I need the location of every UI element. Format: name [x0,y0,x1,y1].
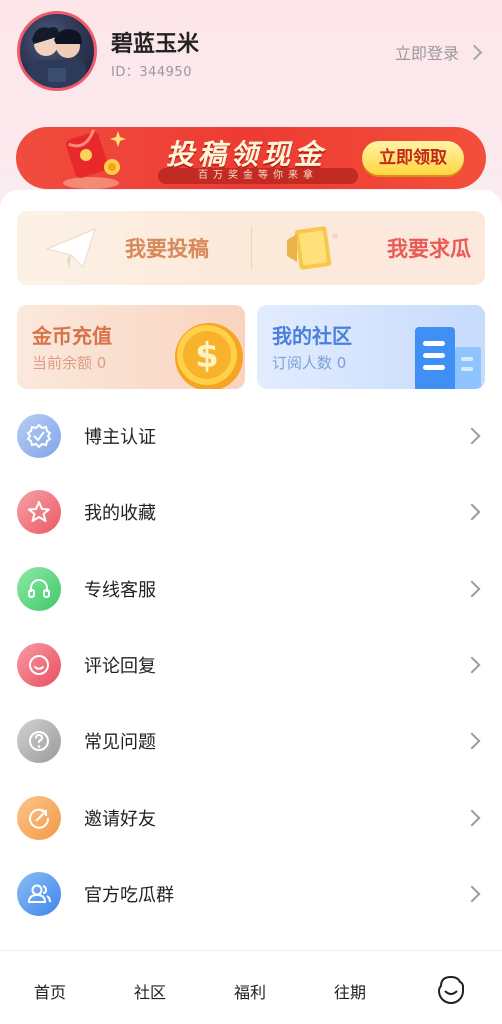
request-gossip-button[interactable]: 我要求瓜 [287,211,471,285]
profile-face-icon[interactable] [436,974,466,1004]
claim-now-button[interactable]: 立即领取 [362,141,464,175]
svg-text:$: $ [195,336,219,376]
headset-icon [17,566,61,611]
chevron-right-icon [463,656,481,674]
coin-balance: 当前余额 0 [32,354,107,372]
my-community-card[interactable]: 我的社区 订阅人数 0 [257,305,485,389]
menu-item-customer-service[interactable]: 专线客服 [0,551,502,627]
menu-label: 评论回复 [84,656,156,678]
menu-item-official-group[interactable]: 官方吃瓜群 [0,856,502,932]
profile-header: 碧蓝玉米 ID：344950 立即登录 [0,0,502,110]
bottom-nav: 首页 社区 福利 往期 [0,950,502,1024]
red-envelope-icon [63,129,126,189]
subscriber-count: 订阅人数 0 [272,354,347,372]
menu-item-invite-friends[interactable]: 邀请好友 [0,779,502,855]
menu-label: 官方吃瓜群 [84,884,174,906]
envelope-icon [287,226,338,270]
invite-icon [17,795,61,840]
chevron-right-icon [463,503,481,521]
menu-item-faq[interactable]: 常见问题 [0,703,502,779]
divider [251,227,252,269]
menu-item-favorites[interactable]: 我的收藏 [0,474,502,550]
login-label: 立即登录 [394,44,459,63]
coin-recharge-card[interactable]: 金币充值 当前余额 0 $ [17,305,245,389]
menu-item-blogger-verification[interactable]: 博主认证 [0,398,502,474]
avatar[interactable] [17,11,97,91]
banner-title: 投稿领现金 [166,138,327,171]
star-icon [17,490,61,535]
username: 碧蓝玉米 [111,32,200,57]
paper-plane-icon [45,228,96,269]
chevron-right-icon [463,732,481,750]
smile-comment-icon [17,643,61,688]
nav-archive[interactable]: 往期 [320,979,380,1003]
chevron-right-icon [466,44,483,60]
nav-welfare[interactable]: 福利 [220,979,280,1003]
chevron-right-icon [463,427,481,445]
nav-community[interactable]: 社区 [120,979,180,1003]
dollar-coin-icon: $ [175,323,243,389]
menu-label: 专线客服 [84,579,156,601]
menu-label: 我的收藏 [84,503,156,525]
menu-list: 博主认证 我的收藏 专线客服 评论回复 常见问题 邀请好友 官方吃瓜群 [0,398,502,932]
user-id: ID：344950 [111,65,192,80]
menu-label: 博主认证 [84,427,156,449]
submit-post-button[interactable]: 我要投稿 [45,211,209,285]
building-icon [415,327,481,389]
action-bar: 我要投稿 我要求瓜 [17,211,485,285]
chevron-right-icon [463,580,481,598]
submission-reward-banner[interactable]: 投稿领现金 百万奖金等你来拿 立即领取 [16,127,486,189]
request-gossip-label: 我要求瓜 [387,237,471,261]
question-icon [17,719,61,764]
chevron-right-icon [463,885,481,903]
banner-subtitle: 百万奖金等你来拿 [158,168,358,184]
main-panel: 我要投稿 我要求瓜 金币充值 当前余额 0 $ 我的社区 订阅人数 0 博主认证… [0,190,502,950]
menu-item-comment-replies[interactable]: 评论回复 [0,627,502,703]
nav-home[interactable]: 首页 [20,979,80,1003]
group-icon [17,871,61,916]
chevron-right-icon [463,809,481,827]
menu-label: 邀请好友 [84,808,156,830]
my-community-title: 我的社区 [272,324,352,348]
login-button[interactable]: 立即登录 [394,40,483,64]
coin-recharge-title: 金币充值 [32,324,112,348]
verified-badge-icon [17,414,61,459]
submit-post-label: 我要投稿 [125,237,209,261]
menu-label: 常见问题 [84,732,156,754]
